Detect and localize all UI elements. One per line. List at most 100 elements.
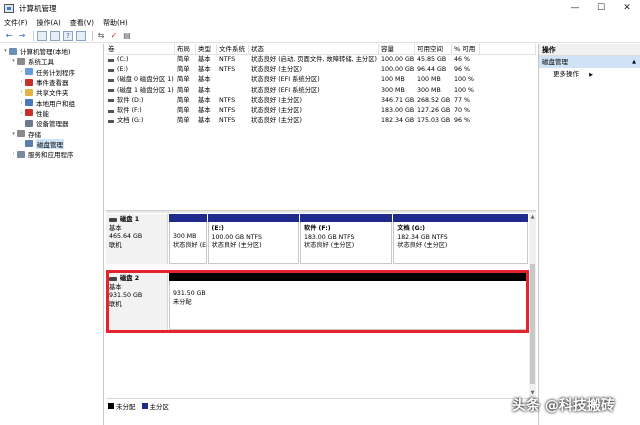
tree-item-0[interactable]: ▾ 计算机管理(本地) bbox=[0, 46, 103, 56]
partition-name: (E:) bbox=[211, 225, 224, 232]
actions-group-disk-management[interactable]: 磁盘管理 ▲ bbox=[539, 56, 640, 68]
tree-expand-icon[interactable]: › bbox=[18, 69, 25, 75]
table-cell bbox=[217, 75, 249, 85]
tree-node-icon bbox=[25, 68, 33, 76]
maximize-button[interactable]: ☐ bbox=[588, 0, 614, 16]
tree-expand-icon[interactable]: › bbox=[18, 89, 25, 95]
tree-item-6[interactable]: › 性能 bbox=[0, 108, 103, 118]
more-actions-item[interactable]: 更多操作 ▶ bbox=[539, 68, 640, 80]
scroll-thumb[interactable] bbox=[530, 264, 535, 384]
volume-name: 软件 (D:) bbox=[117, 96, 144, 104]
table-row[interactable]: 软件 (F:) 简单 基本 NTFS 状态良好 (主分区) 183.00 GB 127.26… bbox=[106, 106, 536, 116]
table-cell: 100 MB bbox=[381, 76, 405, 84]
tree-expand-icon[interactable]: › bbox=[18, 79, 25, 85]
tree-node-icon bbox=[17, 150, 25, 158]
properties-icon[interactable] bbox=[76, 30, 86, 41]
close-button[interactable]: ✕ bbox=[614, 0, 640, 16]
disk-2-highlight-box bbox=[106, 270, 529, 333]
connect-icon[interactable]: ⇆ bbox=[96, 31, 106, 41]
tree-node-icon bbox=[17, 130, 25, 138]
disk-1-row[interactable]: 磁盘 1 基本 465.64 GB 联机 300 MB 状态良好 (EF (E:) 1… bbox=[106, 214, 528, 264]
tree-item-7[interactable]: 设备管理器 bbox=[0, 118, 103, 128]
table-cell: 状态良好 (EFI 系统分区) bbox=[251, 86, 320, 94]
tree-expand-icon[interactable]: ▾ bbox=[10, 131, 17, 137]
table-row[interactable]: (磁盘 0 磁盘分区 1) 简单 基本 状态良好 (EFI 系统分区) 100 MB 10… bbox=[106, 75, 536, 85]
tree-expand-icon[interactable]: ▾ bbox=[10, 58, 17, 64]
tree-item-8[interactable]: ▾ 存储 bbox=[0, 128, 103, 139]
window-title: 计算机管理 bbox=[19, 3, 57, 13]
scroll-up-icon[interactable]: ▲ bbox=[529, 214, 536, 221]
disk-1-partition-0[interactable]: 300 MB 状态良好 (EF bbox=[168, 214, 207, 264]
tree-item-10[interactable]: › 服务和应用程序 bbox=[0, 149, 103, 159]
minimize-button[interactable]: — bbox=[562, 0, 588, 16]
table-row[interactable]: (磁盘 1 磁盘分区 1) 简单 基本 状态良好 (EFI 系统分区) 300 MB 30… bbox=[106, 86, 536, 96]
disk-1-partition-2[interactable]: 软件 (F:) 183.00 GB NTFS 状态良好 (主分区) bbox=[299, 214, 393, 264]
tree-item-label: 共享文件夹 bbox=[36, 89, 69, 98]
tree-item-5[interactable]: › 本地用户和组 bbox=[0, 97, 103, 108]
new-view-icon[interactable]: ▤ bbox=[122, 31, 132, 41]
column-volume[interactable]: 卷 bbox=[106, 44, 175, 54]
volume-table-header: 卷 布局 类型 文件系统 状态 容量 可用空间 % 可用 bbox=[106, 44, 536, 55]
table-cell: 127.26 GB bbox=[417, 106, 451, 114]
volume-name-cell: 文档 (G:) bbox=[106, 116, 175, 126]
menu-view[interactable]: 查看(V) bbox=[70, 18, 94, 28]
back-icon[interactable]: ← bbox=[4, 31, 14, 41]
volume-icon bbox=[108, 109, 114, 113]
forward-icon[interactable]: → bbox=[17, 31, 27, 41]
table-cell: 状态良好 (主分区) bbox=[251, 96, 302, 104]
disk-1-label[interactable]: 磁盘 1 基本 465.64 GB 联机 bbox=[106, 214, 168, 264]
pane-splitter[interactable] bbox=[106, 210, 536, 213]
disk-1-partition-3[interactable]: 文档 (G:) 182.34 GB NTFS 状态良好 (主分区) bbox=[392, 214, 528, 264]
table-cell: 简单 bbox=[177, 117, 190, 125]
check-icon[interactable]: ✓ bbox=[109, 31, 119, 41]
column-status[interactable]: 状态 bbox=[249, 44, 379, 54]
tree-item-label: 事件查看器 bbox=[36, 79, 69, 88]
table-cell: NTFS bbox=[219, 106, 236, 114]
table-cell: 状态良好 (主分区) bbox=[251, 106, 302, 114]
tree-item-label: 任务计划程序 bbox=[36, 68, 75, 77]
primary-partition-bar bbox=[300, 214, 393, 222]
table-row[interactable]: 文档 (G:) 简单 基本 NTFS 状态良好 (主分区) 182.34 GB 175.03… bbox=[106, 116, 536, 126]
menu-file[interactable]: 文件(F) bbox=[4, 18, 28, 28]
table-cell: NTFS bbox=[219, 117, 236, 125]
partition-size: 100.00 GB NTFS bbox=[211, 233, 262, 241]
computer-management-icon bbox=[4, 3, 14, 13]
volume-icon bbox=[108, 99, 114, 103]
show-tree-icon[interactable] bbox=[50, 30, 60, 41]
submenu-arrow-icon: ▶ bbox=[589, 72, 593, 78]
table-cell: 175.03 GB bbox=[417, 117, 451, 125]
menu-help[interactable]: 帮助(H) bbox=[103, 18, 128, 28]
table-cell: NTFS bbox=[219, 66, 236, 74]
menu-action[interactable]: 操作(A) bbox=[37, 18, 61, 28]
tree-expand-icon[interactable]: › bbox=[18, 100, 25, 106]
column-free-space[interactable]: 可用空间 bbox=[415, 44, 452, 54]
tree-node-icon bbox=[25, 88, 33, 96]
collapse-icon[interactable]: ▲ bbox=[632, 56, 636, 68]
disk-view-scrollbar[interactable]: ▲ ▼ bbox=[529, 214, 536, 397]
tree-item-3[interactable]: › 事件查看器 bbox=[0, 77, 103, 87]
tree-expand-icon[interactable]: ▾ bbox=[2, 48, 9, 54]
column-filesystem[interactable]: 文件系统 bbox=[217, 44, 249, 54]
disk-1-type: 基本 bbox=[109, 224, 122, 232]
tree-expand-icon[interactable]: › bbox=[18, 110, 25, 116]
help-icon[interactable]: ? bbox=[63, 30, 73, 41]
table-cell: 简单 bbox=[177, 86, 190, 94]
column-capacity[interactable]: 容量 bbox=[379, 44, 415, 54]
table-row[interactable]: (E:) 简单 基本 NTFS 状态良好 (主分区) 100.00 GB 96.44 GB 9… bbox=[106, 65, 536, 75]
column-percent-free[interactable]: % 可用 bbox=[452, 44, 480, 54]
tree-item-4[interactable]: › 共享文件夹 bbox=[0, 87, 103, 97]
volume-name: (磁盘 1 磁盘分区 1) bbox=[117, 86, 174, 94]
column-type[interactable]: 类型 bbox=[196, 44, 217, 54]
partition-status: 状态良好 (主分区) bbox=[304, 242, 355, 250]
volume-name-cell: 软件 (D:) bbox=[106, 96, 175, 106]
disk-1-partition-1[interactable]: (E:) 100.00 GB NTFS 状态良好 (主分区) bbox=[206, 214, 300, 264]
tree-item-2[interactable]: › 任务计划程序 bbox=[0, 67, 103, 77]
table-row[interactable]: (C:) 简单 基本 NTFS 状态良好 (启动, 页面文件, 故障转储, 主分区) 10… bbox=[106, 55, 536, 65]
table-row[interactable]: 软件 (D:) 简单 基本 NTFS 状态良好 (主分区) 346.71 GB 268.52… bbox=[106, 96, 536, 106]
tree-item-9[interactable]: 磁盘管理 bbox=[0, 138, 103, 149]
column-layout[interactable]: 布局 bbox=[175, 44, 196, 54]
tree-expand-icon[interactable]: › bbox=[10, 151, 17, 157]
tree-item-1[interactable]: ▾ 系统工具 bbox=[0, 56, 103, 66]
up-folder-icon[interactable] bbox=[37, 30, 47, 41]
table-cell: 100 MB bbox=[417, 76, 441, 84]
